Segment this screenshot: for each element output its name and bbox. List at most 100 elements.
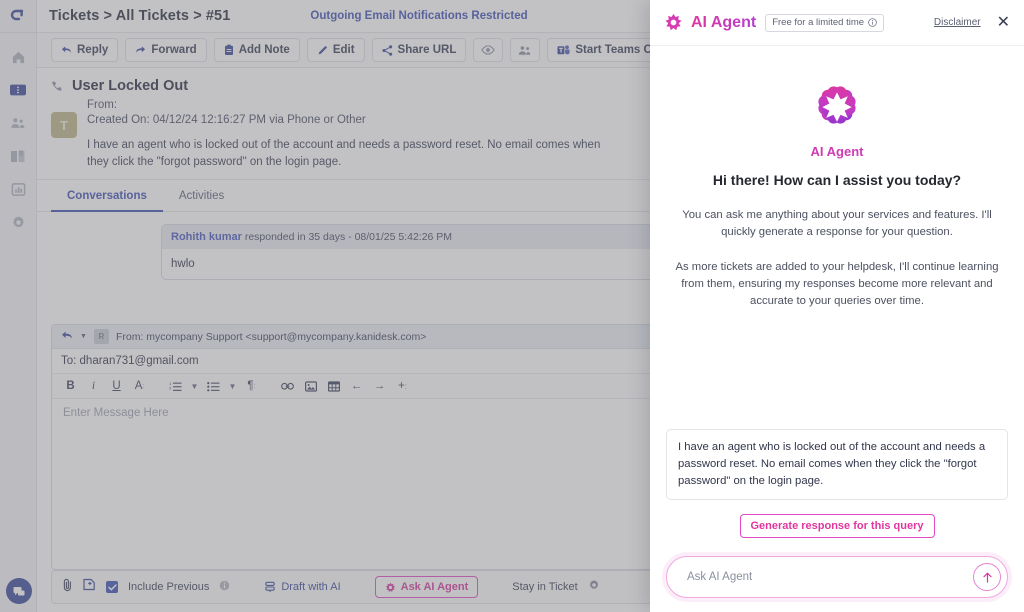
insert-template-icon [83,578,96,591]
share-url-button-label: Share URL [398,44,457,56]
free-trial-badge: Free for a limited time [765,14,884,32]
reply-button[interactable]: Reply [51,38,118,62]
ask-ai-agent-button[interactable]: Ask AI Agent [375,576,479,598]
gear-icon [588,579,600,591]
sidebar-item-reports[interactable] [0,173,36,205]
teams-icon [557,44,570,56]
generate-response-button[interactable]: Generate response for this query [740,514,935,538]
edit-button[interactable]: Edit [307,38,365,62]
ai-agent-starburst-icon [810,78,864,132]
suggested-query-box: I have an agent who is locked out of the… [666,429,1008,500]
app-root: Tickets > All Tickets > #51 Outgoing Ema… [0,0,1024,612]
ticket-title: User Locked Out [72,78,188,94]
include-previous-checkbox[interactable] [106,581,118,593]
bold-icon[interactable]: B [61,377,80,396]
close-icon[interactable]: ✕ [997,15,1010,31]
ai-logo [810,78,864,137]
sidebar-item-knowledge-base[interactable] [0,140,36,172]
underline-icon[interactable]: U [107,377,126,396]
reply-settings-gear-button[interactable] [588,578,600,596]
svg-text:2: 2 [169,385,172,390]
sidebar-item-contacts[interactable] [0,107,36,139]
ask-ai-agent-label: Ask AI Agent [401,581,469,593]
ask-ai-agent-input[interactable] [685,570,973,584]
include-previous-label: Include Previous [128,581,209,593]
insert-placeholder-icon[interactable]: +ː [393,377,412,396]
insert-template-button[interactable] [83,578,96,596]
watchers-button[interactable] [510,38,540,62]
tab-conversations[interactable]: Conversations [51,180,163,212]
eye-icon [481,45,495,55]
editor-to-text: To: dharan731@gmail.com [61,355,199,367]
kanidesk-logo-icon [10,8,26,24]
forward-arrow-icon [135,45,146,55]
table-icon[interactable] [324,377,343,396]
sender-avatar: R [94,329,109,344]
email-restriction-banner: Outgoing Email Notifications Restricted [310,10,527,22]
sidebar-item-home[interactable] [0,41,36,73]
forward-button-label: Forward [151,44,196,56]
ticket-meta-texts: From: Created On: 04/12/24 12:16:27 PM v… [87,98,612,171]
chat-bubble-icon [12,585,26,598]
note-icon [224,44,234,56]
editor-from-text: From: mycompany Support <support@mycompa… [116,331,426,343]
ai-sparkle-icon [385,582,396,593]
unordered-list-icon[interactable] [204,377,223,396]
italic-icon[interactable]: i [84,377,103,396]
add-note-button[interactable]: Add Note [214,38,300,62]
reply-mode-caret-icon[interactable]: ▼ [80,333,87,340]
ai-panel-header: AI Agent Free for a limited time Disclai… [650,0,1024,46]
reply-button-label: Reply [77,44,108,56]
draft-ai-icon [264,581,276,593]
indent-icon[interactable]: → [370,377,389,396]
requester-avatar: T [51,112,77,138]
send-message-button[interactable] [973,563,1001,591]
outdent-icon[interactable]: ← [347,377,366,396]
edit-button-label: Edit [333,44,355,56]
left-nav-rail [0,0,37,612]
people-icon [10,116,26,130]
generate-response-wrap: Generate response for this query [666,514,1008,538]
ask-ai-agent-input-bar [666,556,1008,598]
breadcrumb: Tickets > All Tickets > #51 [49,8,230,24]
bar-chart-icon [11,182,26,197]
ai-intro-paragraph-2: As more tickets are added to your helpde… [672,259,1002,310]
info-icon[interactable] [868,18,877,27]
ai-panel-body: AI Agent Hi there! How can I assist you … [650,46,1024,429]
forward-button[interactable]: Forward [125,38,206,62]
attach-file-button[interactable] [62,578,73,597]
ai-panel-title: AI Agent [691,14,756,32]
ai-sparkle-icon [664,13,683,32]
watch-button[interactable] [473,38,503,62]
phone-icon [51,80,64,93]
tab-activities[interactable]: Activities [163,180,240,212]
paragraph-icon[interactable]: ¶ː [242,377,261,396]
include-previous-info-icon[interactable] [219,578,230,596]
book-icon [10,149,26,164]
add-note-button-label: Add Note [239,44,290,56]
image-icon[interactable] [301,377,320,396]
draft-with-ai-button[interactable]: Draft with AI [264,581,340,593]
link-icon[interactable] [278,377,297,396]
ticket-created-on: Created On: 04/12/24 12:16:27 PM via Pho… [87,113,612,128]
app-logo[interactable] [0,0,36,33]
ai-panel-footer: I have an agent who is locked out of the… [650,429,1024,612]
ticket-icon [10,83,26,97]
disclaimer-link[interactable]: Disclaimer [934,17,981,28]
sidebar-item-tickets[interactable] [0,74,36,106]
font-size-icon[interactable]: Aː [130,377,149,396]
unordered-list-caret-icon[interactable]: ▼ [227,377,238,396]
draft-with-ai-label: Draft with AI [281,581,340,593]
home-icon [11,50,26,65]
reply-mode-icon[interactable] [61,331,73,343]
watchers-icon [518,45,532,56]
chat-fab-button[interactable] [6,578,32,604]
free-trial-label: Free for a limited time [772,17,864,28]
sidebar-item-settings[interactable] [0,206,36,238]
ordered-list-caret-icon[interactable]: ▼ [189,377,200,396]
conversation-meta: responded in 35 days - 08/01/25 5:42:26 … [245,231,452,243]
share-url-button[interactable]: Share URL [372,38,467,62]
ordered-list-icon[interactable]: 12 [166,377,185,396]
chat-fab-wrap [0,578,37,604]
gear-icon [11,215,26,230]
